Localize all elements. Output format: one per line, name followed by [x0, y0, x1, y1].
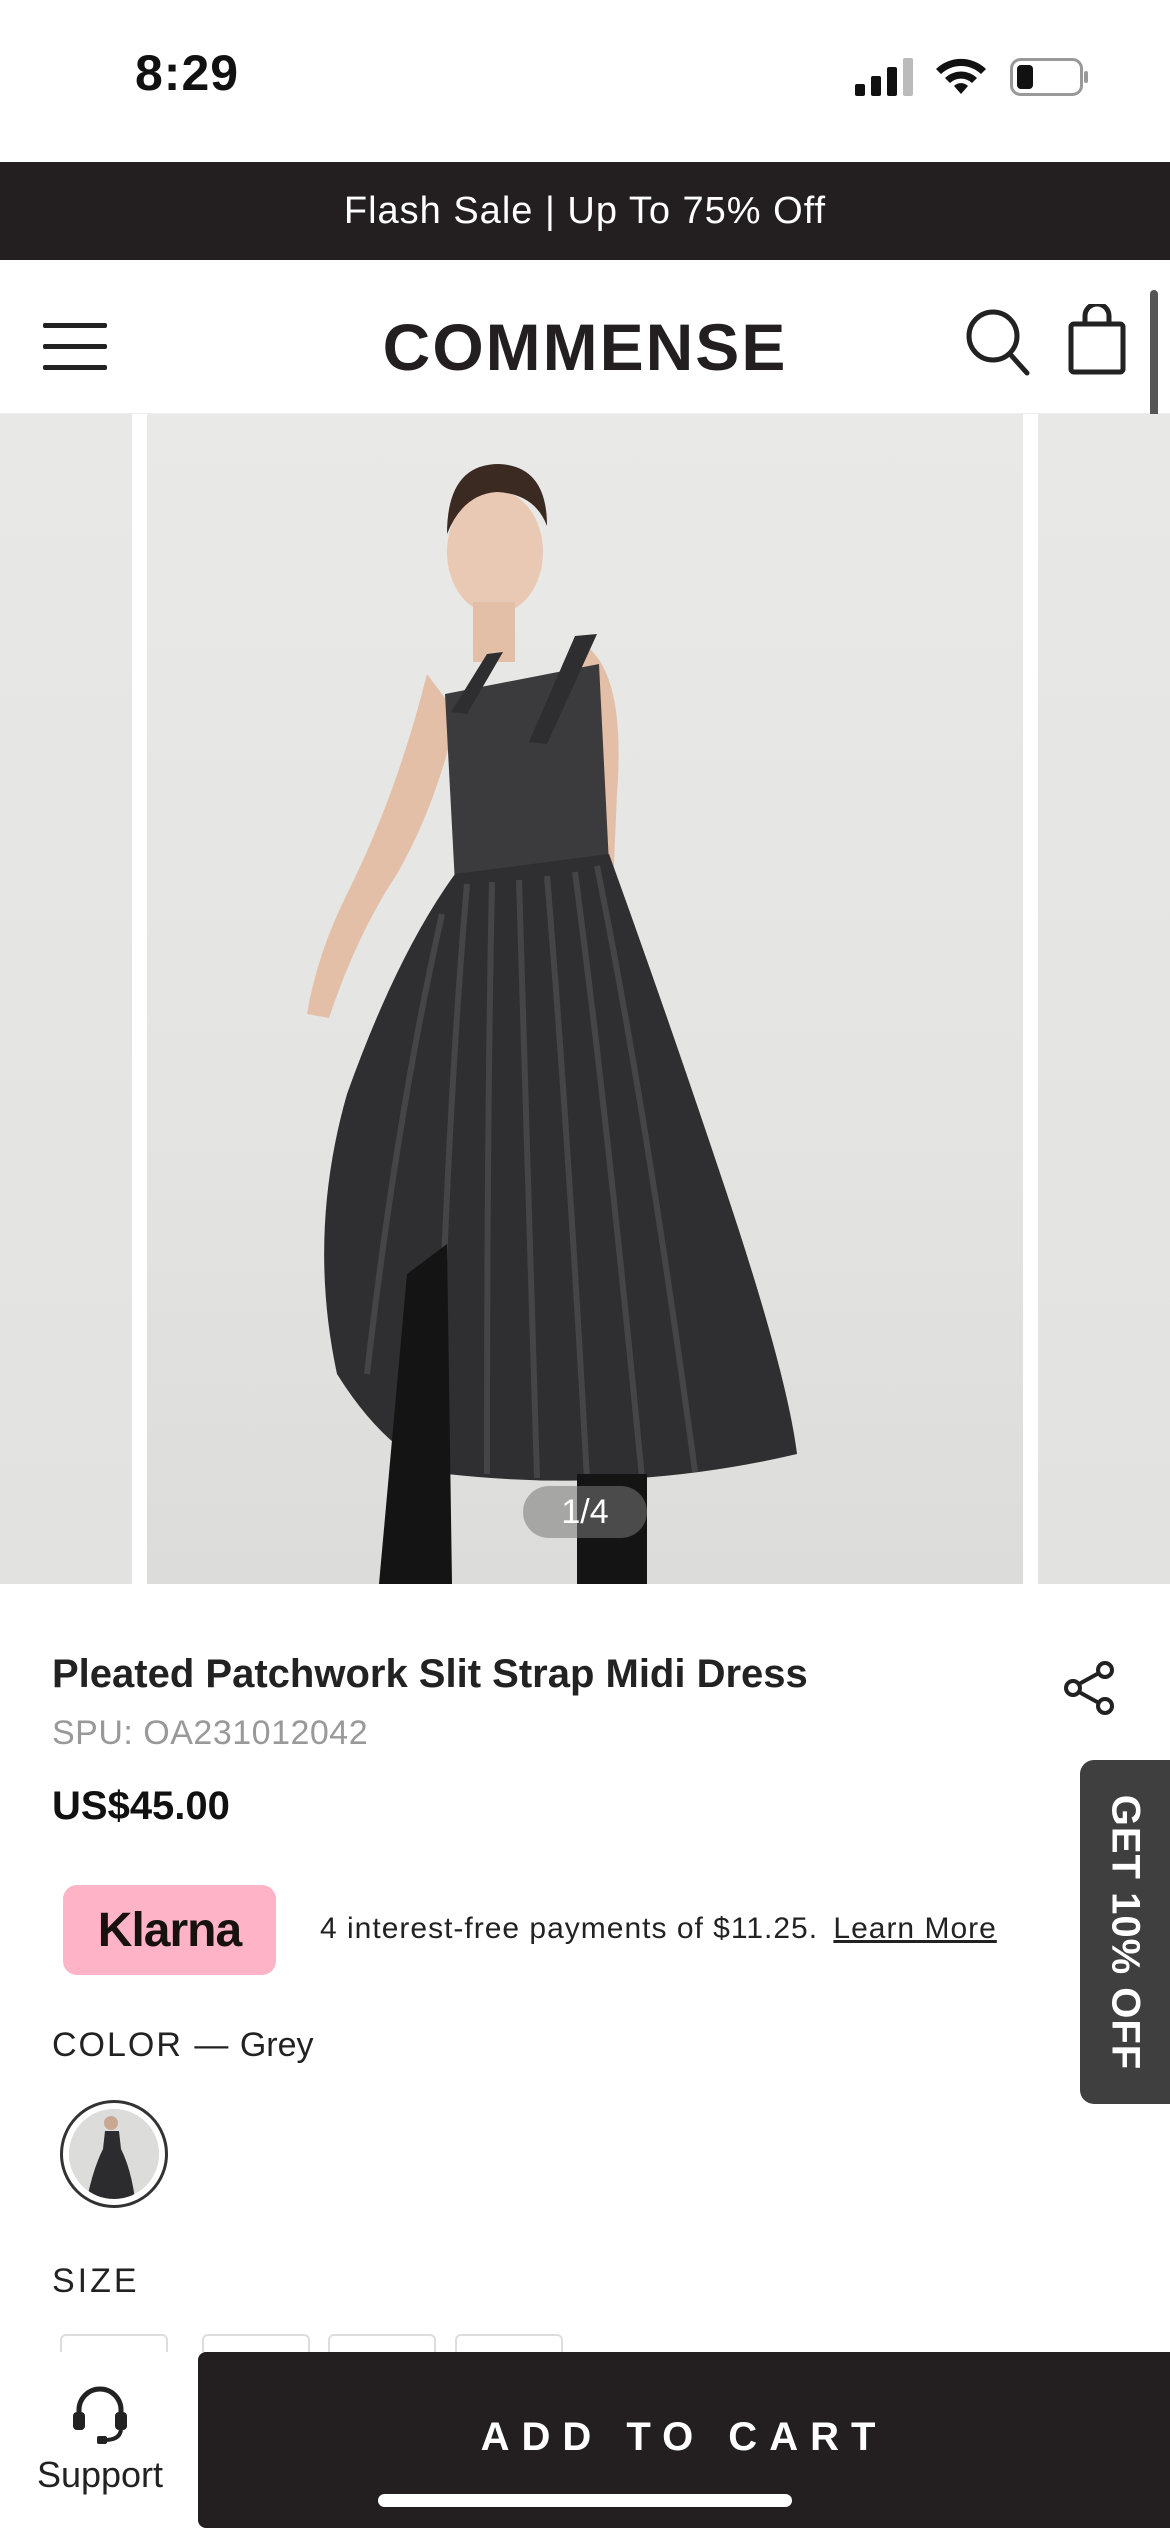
product-image-gallery[interactable]: 1/4	[0, 414, 1170, 1584]
support-label: Support	[36, 2454, 164, 2495]
color-label-title: COLOR	[52, 2026, 183, 2064]
logo[interactable]: COMMENSE	[370, 308, 800, 388]
home-indicator	[378, 2494, 792, 2507]
discount-side-tab-label: GET 10% OFF	[1103, 1794, 1148, 2070]
promo-banner-text: Flash Sale | Up To 75% Off	[343, 189, 827, 232]
shopping-bag-icon[interactable]	[1068, 304, 1126, 376]
size-label: SIZE	[52, 2262, 140, 2300]
share-icon[interactable]	[1062, 1660, 1116, 1716]
color-label-value: Grey	[239, 2026, 314, 2064]
menu-icon[interactable]	[43, 315, 107, 379]
add-to-cart-label: ADD TO CART	[480, 2414, 888, 2459]
klarna-installment-text: 4 interest-free payments of $11.25.	[320, 1912, 819, 1945]
gallery-previous-slide[interactable]	[0, 414, 132, 1584]
product-photo	[307, 464, 797, 1584]
color-label: COLOR — Grey	[52, 2026, 314, 2065]
battery-icon	[1010, 58, 1088, 96]
gallery-counter: 1/4	[523, 1486, 647, 1538]
site-header: COMMENSE	[0, 280, 1170, 414]
headset-icon	[73, 2386, 127, 2444]
product-title: Pleated Patchwork Slit Strap Midi Dress	[52, 1652, 808, 1696]
klarna-badge: Klarna	[63, 1885, 276, 1975]
status-bar: 8:29	[0, 0, 1170, 162]
gallery-next-slide[interactable]	[1038, 414, 1170, 1584]
svg-text:COMMENSE: COMMENSE	[383, 310, 788, 384]
search-icon[interactable]	[965, 308, 1031, 378]
color-swatch-grey[interactable]	[60, 2100, 168, 2208]
cellular-signal-icon	[855, 58, 913, 96]
color-swatch-thumbnail	[69, 2109, 159, 2199]
product-price: US$45.00	[52, 1784, 230, 1828]
status-time: 8:29	[135, 45, 240, 101]
wifi-icon	[936, 58, 986, 94]
klarna-installment-info: 4 interest-free payments of $11.25. Lear…	[320, 1912, 997, 1946]
discount-side-tab[interactable]: GET 10% OFF	[1080, 1760, 1170, 2104]
product-spu: SPU: OA231012042	[52, 1714, 369, 1752]
gallery-main-image[interactable]	[147, 414, 1023, 1584]
support-button[interactable]: Support	[30, 2382, 170, 2502]
color-label-separator: —	[194, 2026, 229, 2064]
promo-banner[interactable]: Flash Sale | Up To 75% Off	[0, 162, 1170, 260]
klarna-learn-more-link[interactable]: Learn More	[833, 1912, 996, 1945]
